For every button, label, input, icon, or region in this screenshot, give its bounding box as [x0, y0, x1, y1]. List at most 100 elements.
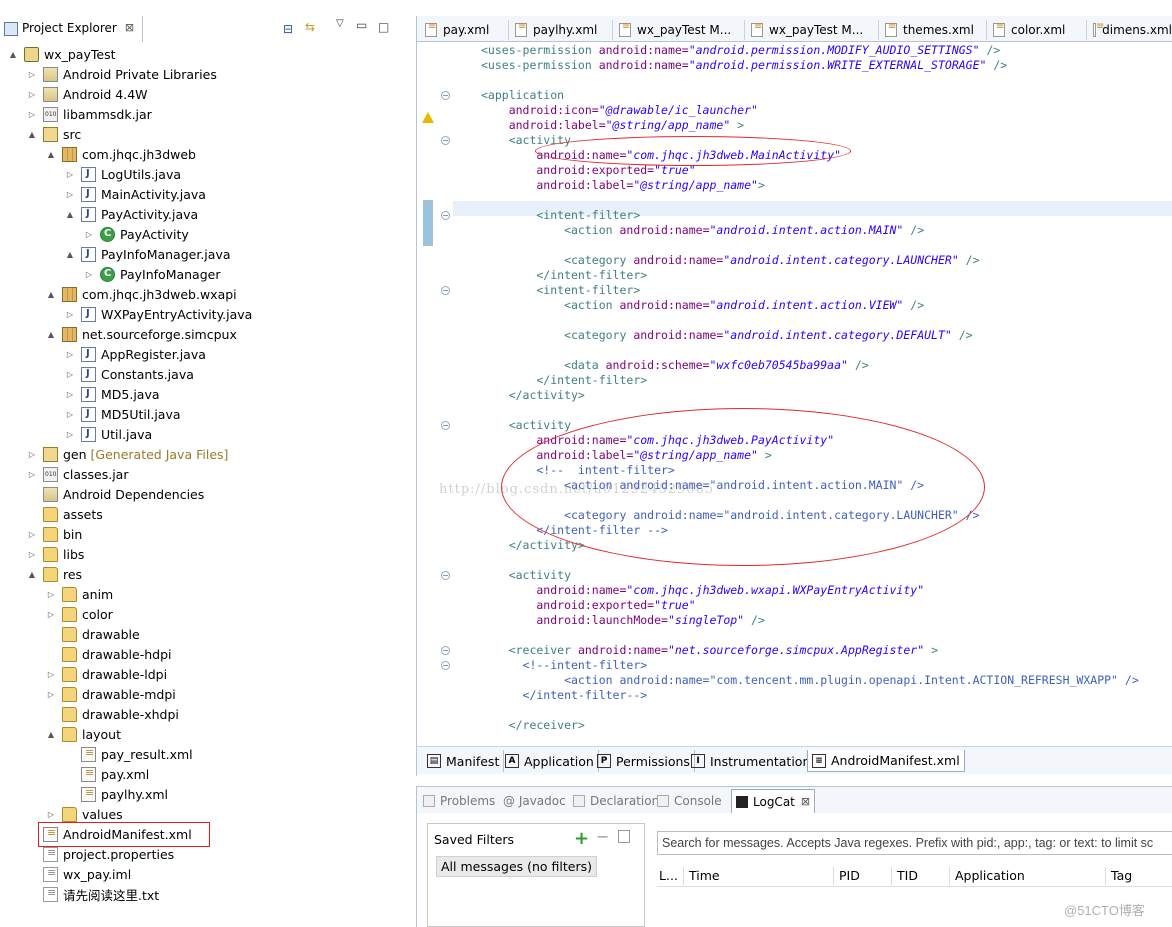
editor-tab[interactable]: pay.xml [421, 20, 509, 40]
tree-item[interactable]: assets [27, 504, 103, 524]
tree-item[interactable]: drawable-xhdpi [46, 704, 179, 724]
fold-toggle-icon[interactable]: − [441, 286, 450, 295]
fold-toggle-icon[interactable]: − [441, 661, 450, 670]
logcat-tab[interactable]: LogCat ⊠ [731, 789, 816, 813]
collapsed-arrow-icon[interactable]: ▷ [27, 110, 37, 119]
editor-tab[interactable]: dimens.xml [1089, 20, 1172, 40]
column-header[interactable]: Application [955, 868, 1025, 883]
close-icon[interactable]: ⊠ [125, 21, 134, 34]
androidmanifest-xml-page-tab[interactable]: ≡ AndroidManifest.xml [807, 750, 965, 772]
tree-item[interactable]: ▷ gen [Generated Java Files] [27, 444, 228, 464]
collapsed-arrow-icon[interactable]: ▷ [46, 670, 56, 679]
application-page-tab[interactable]: A Application [501, 750, 599, 772]
code-area[interactable]: − − − − − − − − <uses-permission android:name="… [417, 42, 1172, 742]
collapsed-arrow-icon[interactable]: ▷ [27, 70, 37, 79]
collapsed-arrow-icon[interactable]: ▷ [65, 410, 75, 419]
tree-item[interactable]: ▷ MD5Util.java [65, 404, 181, 424]
tree-item[interactable]: ▷ LogUtils.java [65, 164, 181, 184]
view-menu-icon[interactable]: ▽ [336, 18, 344, 29]
tree-item[interactable]: ▷ PayActivity [84, 224, 189, 244]
console-tab[interactable]: Console [657, 792, 722, 810]
column-header[interactable]: PID [839, 868, 860, 883]
tree-item[interactable]: ▷ PayInfoManager [84, 264, 220, 284]
tree-item[interactable]: ▷ Constants.java [65, 364, 194, 384]
expanded-arrow-icon[interactable]: ▲ [27, 570, 37, 579]
collapsed-arrow-icon[interactable]: ▷ [65, 370, 75, 379]
collapsed-arrow-icon[interactable]: ▷ [27, 550, 37, 559]
column-separator[interactable] [949, 867, 950, 885]
collapsed-arrow-icon[interactable]: ▷ [46, 610, 56, 619]
fold-toggle-icon[interactable]: − [441, 136, 450, 145]
logcat-search-input[interactable]: Search for messages. Accepts Java regexe… [657, 831, 1172, 855]
tree-item[interactable]: ▷ AppRegister.java [65, 344, 206, 364]
tree-item[interactable]: ▷ bin [27, 524, 82, 544]
remove-filter-icon[interactable]: − [596, 827, 609, 846]
tree-item[interactable]: wx_pay.iml [27, 864, 131, 884]
tree-item[interactable]: ▷ drawable-mdpi [46, 684, 176, 704]
tree-item[interactable]: ▷ Util.java [65, 424, 152, 444]
editor-tab[interactable]: themes.xml [881, 20, 987, 40]
expanded-arrow-icon[interactable]: ▲ [65, 250, 75, 259]
javadoc-tab[interactable]: @ Javadoc [503, 792, 566, 810]
tree-item[interactable]: pay_result.xml [65, 744, 193, 764]
collapsed-arrow-icon[interactable]: ▷ [27, 450, 37, 459]
tree-item[interactable]: Android Dependencies [27, 484, 204, 504]
tree-item[interactable]: ▷ libammsdk.jar [27, 104, 152, 124]
tree-item[interactable]: ▷ color [46, 604, 113, 624]
maximize-icon[interactable]: □ [378, 20, 389, 34]
tree-item[interactable]: drawable-hdpi [46, 644, 172, 664]
tree-item[interactable]: ▷ classes.jar [27, 464, 128, 484]
fold-toggle-icon[interactable]: − [441, 91, 450, 100]
fold-toggle-icon[interactable]: − [441, 646, 450, 655]
tree-item[interactable]: ▷ drawable-ldpi [46, 664, 167, 684]
tree-item[interactable]: ▷ MainActivity.java [65, 184, 206, 204]
manifest-page-tab[interactable]: ▤ Manifest [423, 750, 505, 772]
expanded-arrow-icon[interactable]: ▲ [46, 290, 56, 299]
project-explorer-tab[interactable]: Project Explorer ⊠ [0, 16, 144, 42]
instrumentation-page-tab[interactable]: I Instrumentation [687, 750, 816, 772]
permissions-page-tab[interactable]: P Permissions [593, 750, 695, 772]
tree-item[interactable]: pay.xml [65, 764, 149, 784]
expanded-arrow-icon[interactable]: ▲ [65, 210, 75, 219]
add-filter-icon[interactable]: + [574, 828, 589, 849]
tree-item[interactable]: ▷ Android 4.4W [27, 84, 148, 104]
fold-toggle-icon[interactable]: − [441, 211, 450, 220]
tree-item[interactable]: ▲ res [27, 564, 82, 584]
tree-item[interactable]: project.properties [27, 844, 174, 864]
collapse-all-icon[interactable]: ⊟ [283, 22, 293, 36]
tree-item[interactable]: ▷ libs [27, 544, 84, 564]
expanded-arrow-icon[interactable]: ▲ [46, 330, 56, 339]
tree-item[interactable]: ▲ PayActivity.java [65, 204, 198, 224]
collapsed-arrow-icon[interactable]: ▷ [46, 810, 56, 819]
column-separator[interactable] [891, 867, 892, 885]
declaration-tab[interactable]: Declaration [573, 792, 659, 810]
link-with-editor-icon[interactable]: ⇆ [305, 20, 315, 34]
expanded-arrow-icon[interactable]: ▲ [8, 50, 18, 59]
tree-item[interactable]: 请先阅读这里.txt [27, 884, 159, 904]
collapsed-arrow-icon[interactable]: ▷ [84, 270, 94, 279]
column-header[interactable]: L... [659, 868, 678, 883]
tree-item[interactable]: ▷ MD5.java [65, 384, 160, 404]
tree-item[interactable]: ▷ WXPayEntryActivity.java [65, 304, 252, 324]
tree-item[interactable]: ▲ layout [46, 724, 121, 744]
column-separator[interactable] [1105, 867, 1106, 885]
column-header[interactable]: TID [897, 868, 918, 883]
collapsed-arrow-icon[interactable]: ▷ [84, 230, 94, 239]
tree-item[interactable]: drawable [46, 624, 140, 644]
collapsed-arrow-icon[interactable]: ▷ [65, 170, 75, 179]
collapsed-arrow-icon[interactable]: ▷ [46, 690, 56, 699]
editor-tab[interactable]: wx_payTest M... [747, 20, 879, 40]
column-header[interactable]: Tag [1111, 868, 1132, 883]
close-icon[interactable]: ⊠ [801, 795, 810, 808]
expanded-arrow-icon[interactable]: ▲ [46, 730, 56, 739]
collapsed-arrow-icon[interactable]: ▷ [65, 190, 75, 199]
tree-item[interactable]: ▲ PayInfoManager.java [65, 244, 231, 264]
column-separator[interactable] [683, 867, 684, 885]
editor-tab[interactable]: paylhy.xml [511, 20, 613, 40]
tree-item[interactable]: ▲ src [27, 124, 81, 144]
tree-item[interactable]: ▷ values [46, 804, 123, 824]
collapsed-arrow-icon[interactable]: ▷ [65, 350, 75, 359]
collapsed-arrow-icon[interactable]: ▷ [65, 310, 75, 319]
fold-toggle-icon[interactable]: − [441, 421, 450, 430]
tree-item[interactable]: ▷ Android Private Libraries [27, 64, 217, 84]
